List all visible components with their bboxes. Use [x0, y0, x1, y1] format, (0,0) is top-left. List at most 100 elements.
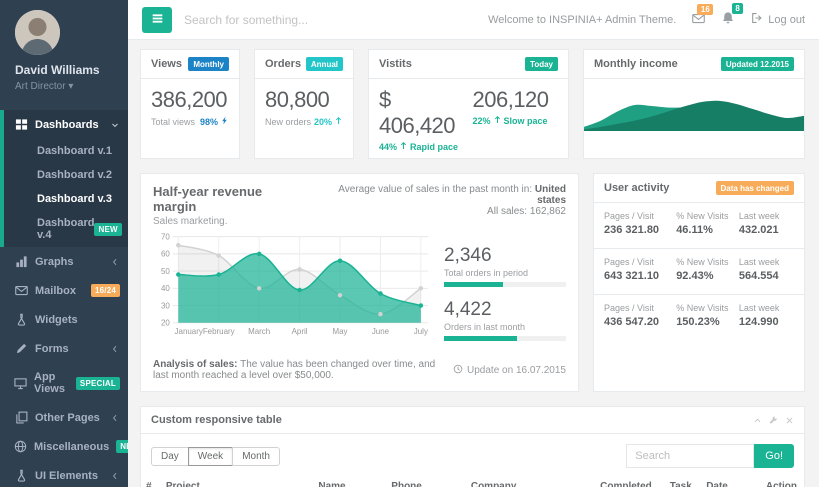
ua-col-label: Last week — [739, 303, 794, 313]
user-role-label: Art Director — [15, 81, 66, 92]
sidebar-item-forms[interactable]: Forms — [0, 334, 128, 363]
globe-icon — [14, 440, 27, 453]
views-delta: 98% — [200, 116, 229, 127]
user-role-dropdown[interactable]: Art Director ▾ — [15, 81, 128, 92]
visits-panel: Vistits Today $ 406,420 44%Rapid pace 20… — [368, 49, 569, 159]
sidebar-item-graphs[interactable]: Graphs — [0, 247, 128, 276]
range-button-week[interactable]: Week — [188, 447, 233, 466]
sidebar-item-label: Graphs — [35, 256, 74, 268]
logout-label: Log out — [768, 14, 805, 26]
orders-month-value: 4,422 — [444, 299, 566, 321]
sidebar-item-label: Other Pages — [35, 412, 100, 424]
income-title: Monthly income — [594, 58, 678, 70]
visits-value-1: $ 406,420 — [379, 87, 465, 139]
revenue-summary: Average value of sales in the past month… — [308, 184, 566, 227]
visits-title: Vistits — [379, 58, 412, 70]
svg-text:70: 70 — [161, 232, 170, 241]
bar-chart-icon — [14, 255, 28, 268]
panel-tools — [753, 416, 794, 425]
avatar-photo — [15, 10, 60, 55]
user-activity-badge: Data has changed — [716, 181, 794, 195]
chevron-left-icon — [110, 413, 120, 423]
column-header-task: Task — [665, 476, 701, 487]
orders-badge: Annual — [306, 57, 343, 71]
orders-period-value: 2,346 — [444, 245, 566, 267]
sidebar-item-label: Miscellaneous — [34, 441, 109, 453]
orders-month-progress — [444, 336, 566, 341]
svg-text:20: 20 — [161, 319, 170, 328]
sidebar-item-app-views[interactable]: App ViewsSPECIAL — [0, 363, 128, 403]
column-header-: # — [141, 476, 161, 487]
main-column: Welcome to INSPINIA+ Admin Theme. 16 8 L… — [128, 0, 819, 487]
ua-value: 432.021 — [739, 224, 794, 236]
range-button-group: DayWeekMonth — [151, 447, 280, 466]
user-activity-row: Pages / Visit436 547.20% New Visits150.2… — [594, 295, 804, 340]
sidebar-item-ui-elements[interactable]: UI Elements — [0, 461, 128, 487]
sidebar-subitem-dashboard-v-4[interactable]: Dashboard v.4NEW — [4, 211, 128, 247]
column-header-completed: Completed — [595, 476, 665, 487]
svg-text:May: May — [332, 327, 347, 336]
table-search-input[interactable] — [626, 444, 754, 468]
level-up-icon — [334, 116, 343, 127]
column-header-date: Date — [701, 476, 761, 487]
range-button-month[interactable]: Month — [232, 447, 280, 466]
ua-value: 436 547.20 — [604, 316, 676, 328]
sidebar-subitem-dashboard-v-3[interactable]: Dashboard v.3 — [4, 187, 128, 211]
search-input[interactable] — [184, 13, 424, 27]
orders-panel: Orders Annual 80,800 New orders 20% — [254, 49, 354, 159]
sidebar: David Williams Art Director ▾ Dashboards… — [0, 0, 128, 487]
ua-value: 150.23% — [676, 316, 739, 328]
ua-value: 124.990 — [739, 316, 794, 328]
level-up-icon — [493, 115, 502, 126]
user-activity-title: User activity — [604, 182, 669, 194]
sidebar-subitem-dashboard-v-2[interactable]: Dashboard v.2 — [4, 163, 128, 187]
logout-button[interactable]: Log out — [751, 12, 805, 27]
visits-sub-2: 22%Slow pace — [473, 115, 559, 126]
sidebar-item-label: Widgets — [35, 314, 78, 326]
views-panel: Views Monthly 386,200 Total views 98% — [140, 49, 240, 159]
ua-col-label: Last week — [739, 257, 794, 267]
orders-label: New orders — [265, 117, 311, 127]
sidebar-item-label: UI Elements — [35, 470, 98, 482]
column-header-company: Company — [466, 476, 595, 487]
app-root: David Williams Art Director ▾ Dashboards… — [0, 0, 819, 487]
messages-button[interactable]: 16 — [692, 12, 705, 28]
income-sparkline-chart — [584, 79, 804, 131]
topbar: Welcome to INSPINIA+ Admin Theme. 16 8 L… — [128, 0, 819, 40]
wrench-icon[interactable] — [769, 416, 778, 425]
bolt-icon — [220, 116, 229, 127]
sidebar-item-dashboards[interactable]: Dashboards — [4, 110, 128, 139]
sidebar-nav: DashboardsDashboard v.1Dashboard v.2Dash… — [0, 110, 128, 487]
sidebar-subitem-dashboard-v-1[interactable]: Dashboard v.1 — [4, 139, 128, 163]
svg-text:April: April — [292, 327, 308, 336]
sidebar-item-widgets[interactable]: Widgets — [0, 305, 128, 334]
revenue-line-chart: 203040506070JanuaryFebruaryMarchAprilMay… — [153, 231, 434, 353]
table-toolbar: DayWeekMonth Go! — [141, 434, 804, 476]
desktop-icon — [14, 377, 27, 390]
chevron-down-icon — [110, 120, 120, 130]
svg-text:60: 60 — [161, 250, 170, 259]
orders-title: Orders — [265, 58, 301, 70]
dashboards-submenu: Dashboard v.1Dashboard v.2Dashboard v.3D… — [4, 139, 128, 247]
notifications-button[interactable]: 8 — [721, 11, 735, 28]
hamburger-icon — [150, 11, 165, 29]
avatar[interactable] — [15, 10, 60, 55]
visits-badge: Today — [525, 57, 558, 71]
views-title: Views — [151, 58, 182, 70]
welcome-text: Welcome to INSPINIA+ Admin Theme. — [488, 14, 676, 26]
close-icon[interactable] — [785, 416, 794, 425]
sidebar-item-miscellaneous[interactable]: MiscellaneousNEW — [0, 432, 128, 461]
range-button-day[interactable]: Day — [151, 447, 189, 466]
ua-col-label: % New Visits — [676, 211, 739, 221]
orders-month-label: Orders in last month — [444, 322, 566, 332]
sidebar-item-other-pages[interactable]: Other Pages — [0, 403, 128, 432]
table-search-go-button[interactable]: Go! — [754, 444, 794, 468]
menu-toggle-button[interactable] — [142, 7, 172, 33]
sidebar-badge: SPECIAL — [76, 377, 120, 390]
messages-count-badge: 16 — [697, 4, 713, 15]
collapse-icon[interactable] — [753, 416, 762, 425]
sidebar-subitem-label: Dashboard v.4 — [37, 217, 94, 241]
user-activity-rows: Pages / Visit236 321.80% New Visits46.11… — [594, 203, 804, 340]
sidebar-item-mailbox[interactable]: Mailbox16/24 — [0, 276, 128, 305]
user-activity-row: Pages / Visit236 321.80% New Visits46.11… — [594, 203, 804, 249]
